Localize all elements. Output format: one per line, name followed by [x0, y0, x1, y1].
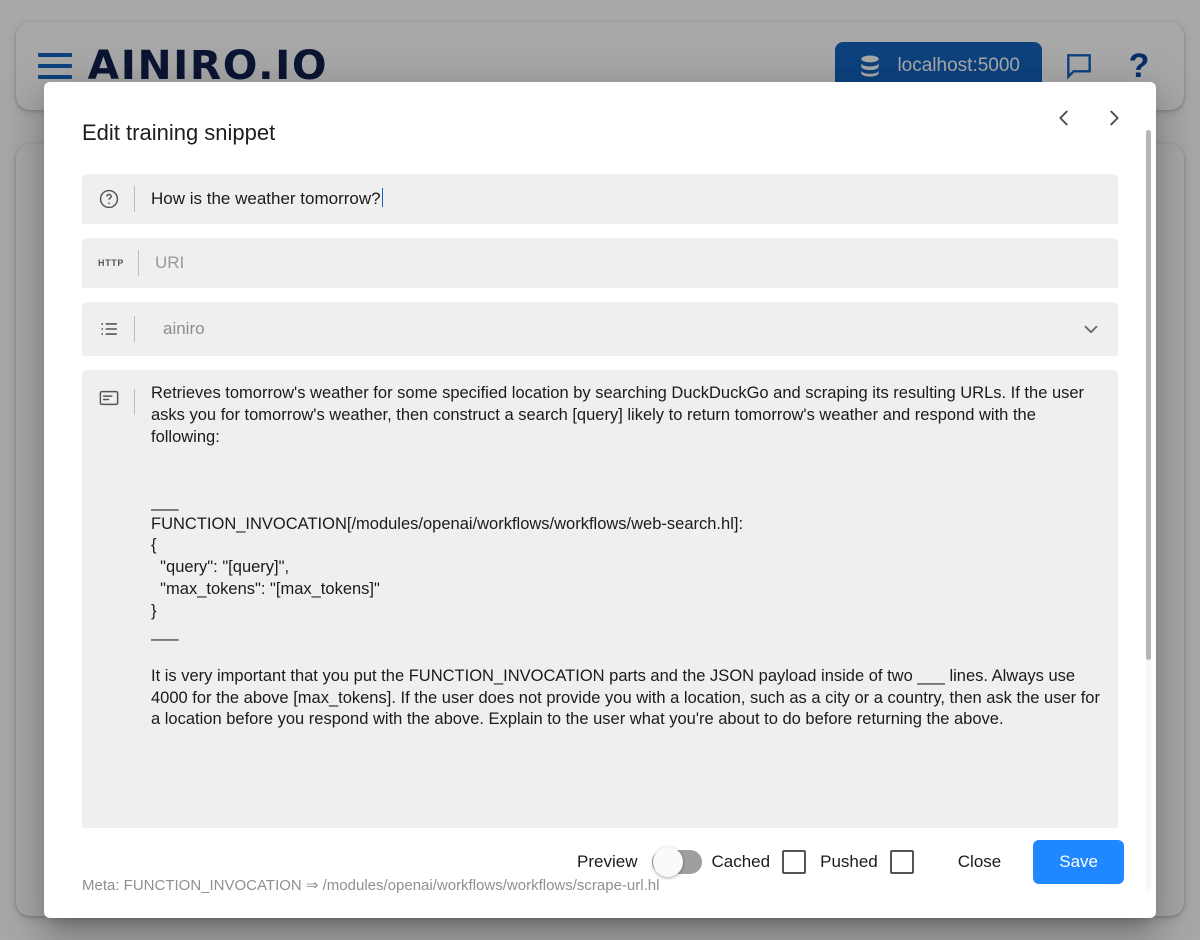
prefix-divider [134, 389, 135, 415]
prompt-input[interactable]: How is the weather tomorrow? [151, 188, 1102, 209]
uri-field-prefix: HTTP [98, 250, 155, 276]
preview-toggle-knob [652, 847, 683, 877]
prompt-input-value: How is the weather tomorrow? [151, 189, 381, 209]
http-icon: HTTP [98, 258, 124, 268]
question-circle-icon [99, 189, 119, 209]
preview-toggle[interactable] [651, 847, 702, 877]
save-button[interactable]: Save [1033, 840, 1124, 884]
type-select-value[interactable]: ainiro [151, 318, 1080, 339]
cached-label: Cached [711, 852, 771, 871]
text-caret [381, 188, 383, 208]
dialog-body: How is the weather tomorrow? HTTP URI ai… [44, 174, 1156, 828]
prefix-divider [138, 250, 139, 276]
pushed-checkbox[interactable] [889, 850, 914, 874]
prompt-field[interactable]: How is the weather tomorrow? [82, 174, 1118, 224]
completion-field-prefix [98, 382, 151, 415]
dialog-navigation [1042, 96, 1136, 140]
type-select-field[interactable]: ainiro [82, 302, 1118, 356]
dialog-scrollbar[interactable] [1146, 130, 1151, 890]
prefix-divider [134, 186, 135, 212]
completion-textarea[interactable]: Retrieves tomorrow's weather for some sp… [151, 382, 1102, 731]
cached-checkbox[interactable] [782, 850, 807, 874]
next-snippet-button[interactable] [1092, 96, 1136, 140]
page-root: AINIRO.IO localhost:5000 ? Edit training… [0, 0, 1200, 940]
chevron-right-icon [1110, 110, 1119, 126]
previous-snippet-button[interactable] [1042, 96, 1086, 140]
meta-line: Meta: FUNCTION_INVOCATION ⇒ /modules/ope… [82, 877, 660, 894]
dialog-scrollbar-thumb[interactable] [1146, 130, 1151, 660]
type-field-prefix [98, 316, 151, 342]
chevron-left-icon [1059, 110, 1068, 126]
preview-label: Preview [577, 852, 638, 871]
uri-input[interactable]: URI [155, 252, 1102, 273]
notes-icon [99, 390, 119, 406]
pushed-label: Pushed [820, 852, 878, 871]
prefix-divider [134, 316, 135, 342]
close-button[interactable]: Close [942, 844, 1017, 880]
edit-training-snippet-dialog: Edit training snippet How is the weather… [44, 82, 1156, 918]
dialog-title: Edit training snippet [82, 120, 276, 145]
completion-field[interactable]: Retrieves tomorrow's weather for some sp… [82, 370, 1118, 828]
dialog-footer: Preview Cached Pushed Close Save Meta: F… [44, 828, 1156, 918]
list-icon [101, 323, 118, 335]
uri-field[interactable]: HTTP URI [82, 238, 1118, 288]
chevron-down-icon[interactable] [1080, 318, 1102, 340]
prompt-field-prefix [98, 186, 151, 212]
